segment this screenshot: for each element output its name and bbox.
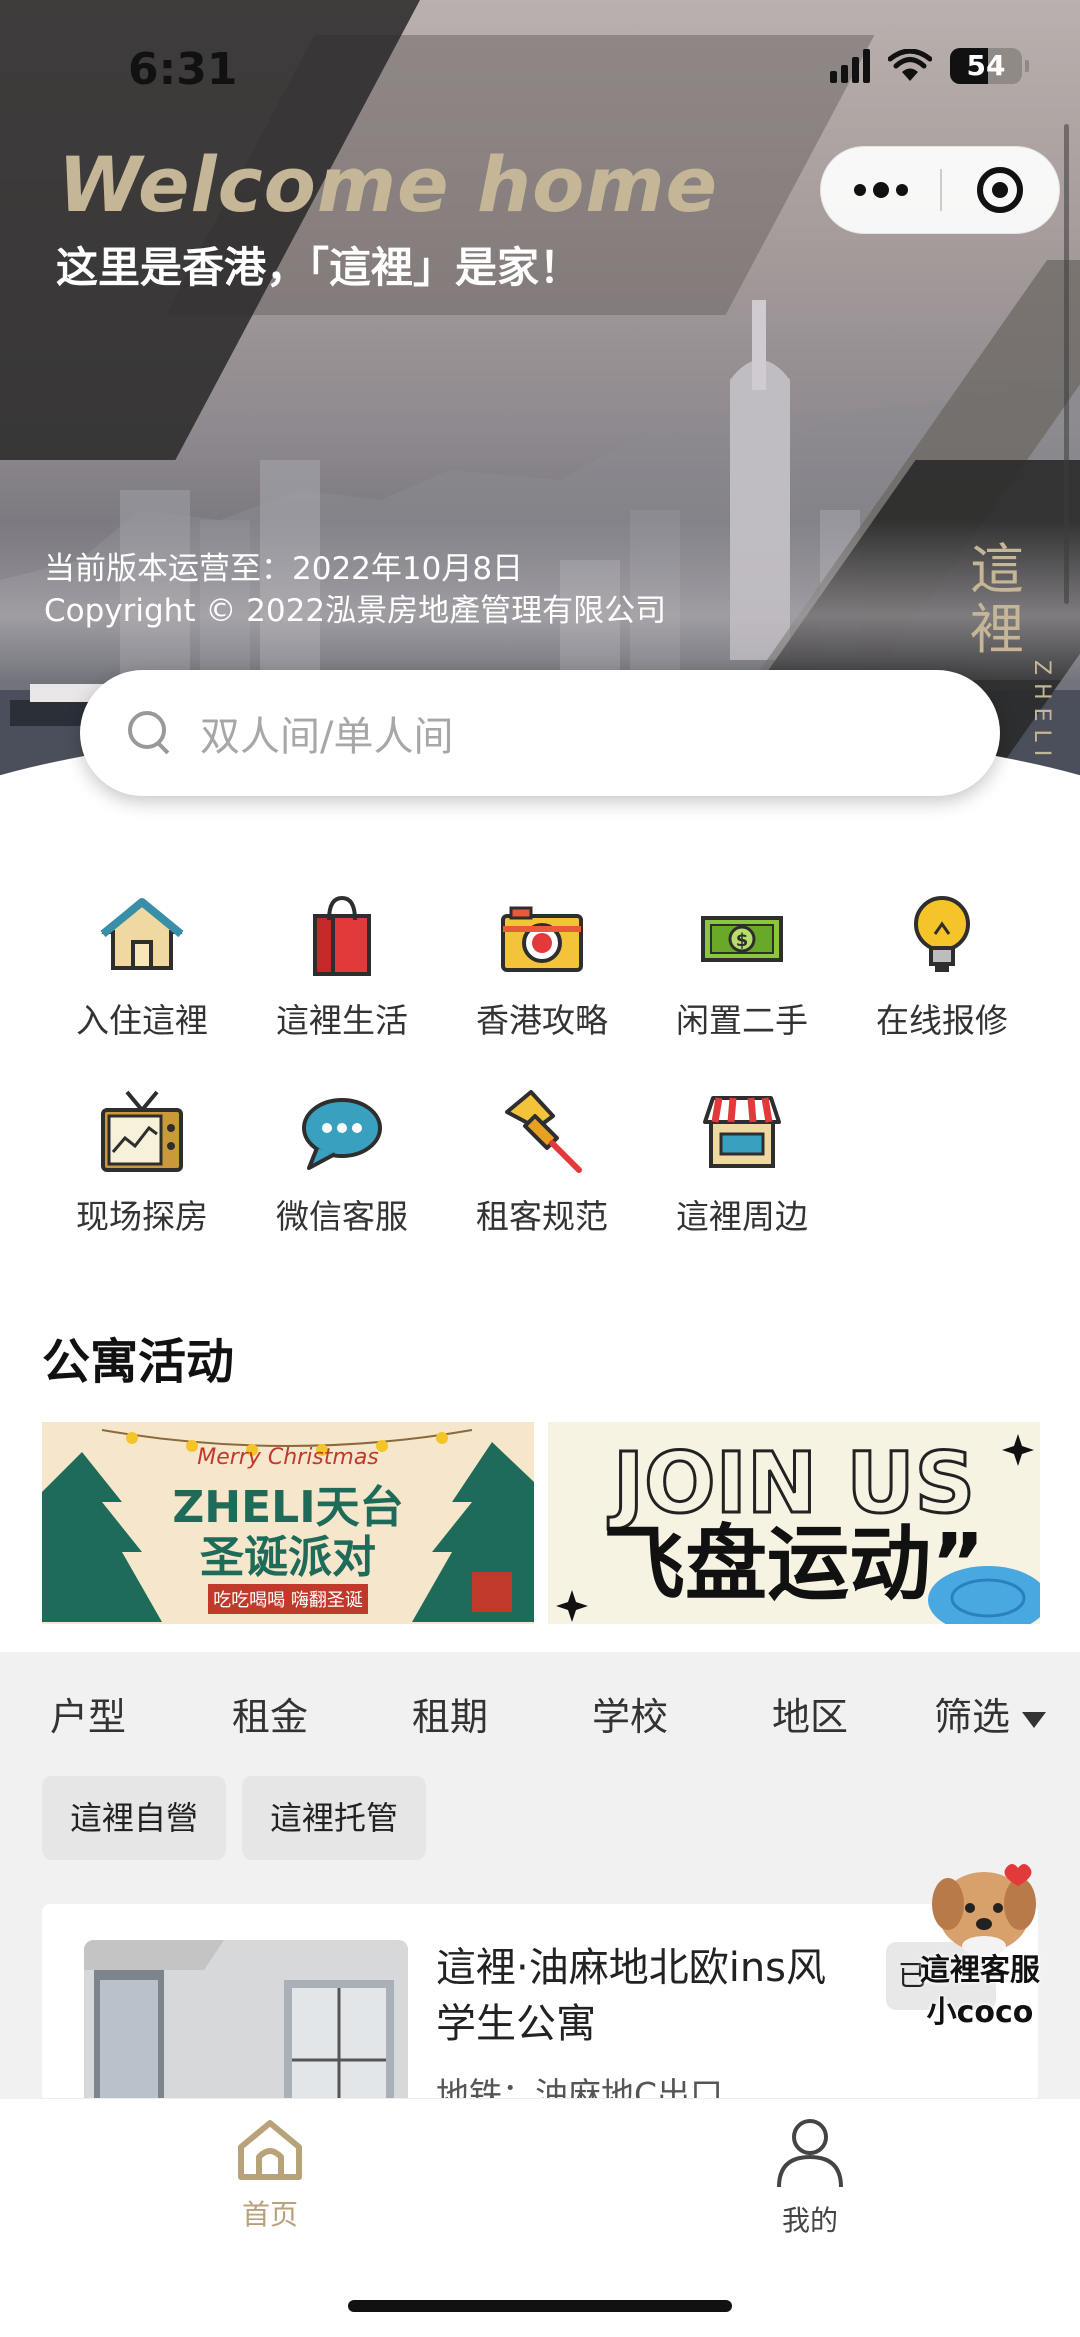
- hero-banner: [0, 0, 1080, 780]
- more-menu-button[interactable]: [821, 146, 940, 234]
- menu-item-hk-guide[interactable]: 香港攻略: [442, 880, 642, 1050]
- menu-label: 香港攻略: [476, 1001, 608, 1040]
- menu-label: 這裡生活: [276, 1001, 408, 1040]
- search-input[interactable]: 双人间/单人间: [80, 670, 1000, 796]
- hero-info: 当前版本运营至：2022年10月8日 Copyright © 2022泓景房地產…: [44, 548, 666, 632]
- menu-item-wechat-service[interactable]: 微信客服: [242, 1076, 442, 1246]
- menu-label: 在线报修: [876, 1001, 1008, 1040]
- target-icon: [977, 167, 1024, 213]
- miniprogram-capsule: [820, 146, 1060, 234]
- pushpin-icon: [497, 1086, 587, 1176]
- filter-more[interactable]: 筛选: [900, 1686, 1080, 1741]
- menu-label: 這裡周边: [676, 1197, 808, 1236]
- storefront-icon: [697, 1086, 787, 1176]
- scroll-indicator: [1064, 124, 1069, 604]
- svg-text:$: $: [736, 930, 749, 951]
- status-icons: 54: [830, 48, 1029, 84]
- customer-service-label[interactable]: 這裡客服 小coco: [920, 1950, 1040, 2034]
- close-miniprogram-button[interactable]: [942, 167, 1059, 213]
- copyright-text: Copyright © 2022泓景房地產管理有限公司: [44, 593, 667, 629]
- christmas-banner-art: Merry Christmas ZHELI天台 圣诞派对 吃吃喝喝 嗨翻圣诞: [42, 1422, 534, 1624]
- funnel-icon: [1022, 1711, 1046, 1728]
- brand-logo-text: 這裡: [970, 538, 1024, 661]
- menu-item-move-in[interactable]: 入住這裡: [42, 880, 242, 1050]
- filter-more-label: 筛选: [933, 1695, 1010, 1739]
- listing-title: 這裡·油麻地北欧ins风学生公寓: [436, 1945, 827, 2047]
- house-icon: [97, 890, 187, 980]
- app-page: 6:31 54 Welcome home 这里是香港，「這裡」是家！ 当前版本运…: [0, 0, 1080, 2337]
- search-placeholder: 双人间/单人间: [200, 714, 454, 760]
- tag-list: 這裡自營 這裡托管: [42, 1776, 427, 1860]
- frisbee-banner-art: JOIN US 飞盘运动”: [548, 1422, 1040, 1624]
- filter-bar: 户型 租金 租期 学校 地区 筛选: [0, 1686, 1080, 1741]
- banner-christmas-line4: 吃吃喝喝 嗨翻圣诞: [213, 1590, 363, 1611]
- person-icon: [777, 2119, 843, 2188]
- banner-christmas-line2: ZHELI天台: [172, 1482, 403, 1533]
- filter-district[interactable]: 地区: [720, 1686, 900, 1741]
- shopping-bag-icon: [297, 890, 387, 980]
- tab-home-label: 首页: [241, 2198, 298, 2231]
- menu-label: 微信客服: [276, 1197, 408, 1236]
- cellular-signal-icon: [830, 49, 870, 83]
- welcome-heading: Welcome home: [58, 140, 719, 229]
- filter-school[interactable]: 学校: [540, 1686, 720, 1741]
- chat-bubble-icon: [297, 1086, 387, 1176]
- tab-home[interactable]: 首页: [170, 2117, 370, 2233]
- tab-profile-label: 我的: [781, 2204, 838, 2237]
- tv-icon: [97, 1086, 187, 1176]
- search-icon: [128, 711, 172, 755]
- lightbulb-icon: [897, 890, 987, 980]
- menu-item-tenant-rules[interactable]: 租客规范: [442, 1076, 642, 1246]
- filter-rent[interactable]: 租金: [180, 1686, 360, 1741]
- menu-item-second-hand[interactable]: $ 闲置二手: [642, 880, 842, 1050]
- activity-banner-christmas[interactable]: Merry Christmas ZHELI天台 圣诞派对 吃吃喝喝 嗨翻圣诞: [42, 1422, 534, 1624]
- menu-item-repair[interactable]: 在线报修: [842, 880, 1042, 1050]
- welcome-subtitle: 这里是香港，「這裡」是家！: [56, 243, 582, 292]
- activities-title: 公寓活动: [42, 1334, 235, 1390]
- home-indicator[interactable]: [348, 2300, 732, 2312]
- money-icon: $: [697, 890, 787, 980]
- menu-item-nearby[interactable]: 這裡周边: [642, 1076, 842, 1246]
- tab-profile[interactable]: 我的: [710, 2117, 910, 2239]
- menu-label: 现场探房: [76, 1197, 208, 1236]
- mascot-dog-avatar[interactable]: [926, 1852, 1044, 1962]
- filter-room-type[interactable]: 户型: [0, 1686, 180, 1741]
- camera-icon: [497, 890, 587, 980]
- customer-service-line2: 小coco: [926, 1995, 1034, 2030]
- brand-logo-latin: ZHELI: [1029, 660, 1054, 765]
- menu-item-viewing[interactable]: 现场探房: [42, 1076, 242, 1246]
- menu-label: 租客规范: [476, 1197, 608, 1236]
- activity-banner-frisbee[interactable]: JOIN US 飞盘运动”: [548, 1422, 1040, 1624]
- status-time: 6:31: [128, 44, 238, 95]
- menu-label: 闲置二手: [676, 1001, 808, 1040]
- home-icon: [238, 2120, 302, 2180]
- banner-frisbee-line2: 飞盘运动”: [603, 1517, 985, 1612]
- tag-self-operated[interactable]: 這裡自營: [42, 1776, 227, 1860]
- menu-label: 入住這裡: [76, 1001, 208, 1040]
- wifi-icon: [888, 49, 932, 81]
- tag-managed[interactable]: 這裡托管: [242, 1776, 427, 1860]
- battery-icon: 54: [950, 48, 1029, 84]
- customer-service-line1: 這裡客服: [920, 1953, 1040, 1988]
- battery-level: 54: [966, 49, 1006, 82]
- banner-christmas-line3: 圣诞派对: [200, 1532, 376, 1583]
- operating-until-text: 当前版本运营至：2022年10月8日: [44, 551, 524, 587]
- filter-lease-term[interactable]: 租期: [360, 1686, 540, 1741]
- menu-item-life[interactable]: 這裡生活: [242, 880, 442, 1050]
- banner-christmas-line1: Merry Christmas: [197, 1445, 379, 1470]
